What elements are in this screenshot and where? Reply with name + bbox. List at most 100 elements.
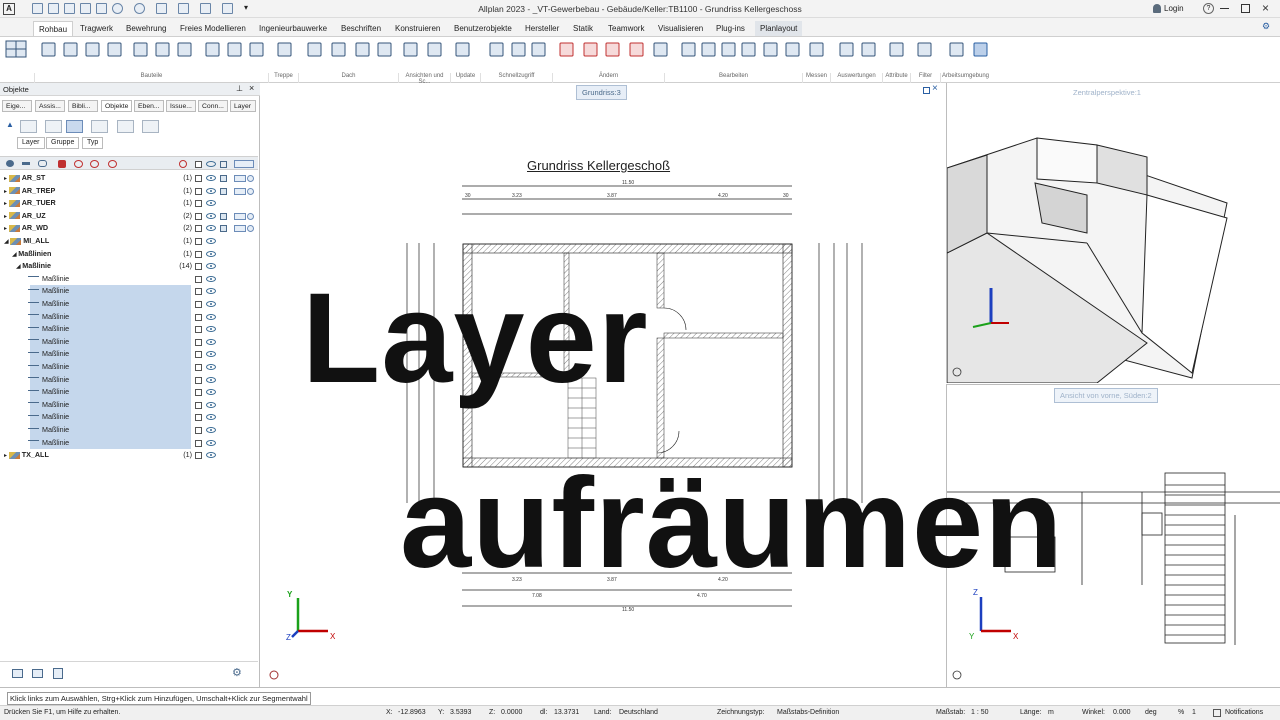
row-checkbox[interactable] <box>195 200 202 208</box>
search-tree-icon[interactable] <box>179 160 187 168</box>
info-icon[interactable] <box>247 187 254 195</box>
tree-item-masslinie[interactable]: Maßlinie <box>0 373 258 387</box>
tab-bibliothek[interactable]: Bibli... <box>68 100 98 112</box>
angle-unit[interactable]: deg <box>1145 709 1157 716</box>
visibility-eye-icon[interactable] <box>206 401 216 408</box>
panel-settings-icon[interactable]: ⚙ <box>232 666 242 679</box>
structure-column-icon[interactable] <box>91 120 108 133</box>
tree-item-masslinie[interactable]: Maßlinie <box>0 335 258 349</box>
header-eye-icon[interactable] <box>206 161 216 167</box>
scale-value[interactable]: 1 : 50 <box>971 709 989 716</box>
visibility-eye-icon[interactable] <box>206 200 216 207</box>
cube-icon[interactable] <box>220 187 227 195</box>
edit-pen-icon[interactable] <box>234 175 246 182</box>
tree-item-masslinie[interactable]: Maßlinie <box>0 411 258 424</box>
structure-tag-icon[interactable] <box>142 120 159 133</box>
visibility-eye-icon[interactable] <box>206 263 216 270</box>
tree-row[interactable]: ▸ AR_TUER (1) <box>0 197 258 210</box>
header-pen-icon[interactable] <box>234 160 254 168</box>
visibility-eye-icon[interactable] <box>206 326 216 333</box>
visibility-eye-icon[interactable] <box>206 275 216 282</box>
tab-konstruieren[interactable]: Konstruieren <box>390 21 445 36</box>
link-icon[interactable] <box>38 160 47 167</box>
visibility-eye-icon[interactable] <box>206 414 216 421</box>
notifications-icon[interactable] <box>1213 709 1221 717</box>
help-icon[interactable]: ? <box>1203 3 1214 14</box>
tab-ingenieurbauwerke[interactable]: Ingenieurbauwerke <box>254 21 332 36</box>
delete-red-icon[interactable] <box>58 160 66 168</box>
visibility-eye-icon[interactable] <box>206 250 216 257</box>
row-checkbox[interactable] <box>195 364 202 371</box>
visibility-eye-icon[interactable] <box>206 376 216 383</box>
visibility-eye-icon[interactable] <box>206 351 216 358</box>
row-checkbox[interactable] <box>195 238 202 245</box>
visibility-eye-icon[interactable] <box>206 301 216 307</box>
visibility-eye-icon[interactable] <box>206 389 216 396</box>
percent-value[interactable]: 1 <box>1192 709 1196 716</box>
structure-layer-icon[interactable] <box>66 120 83 133</box>
row-checkbox[interactable] <box>195 427 202 434</box>
row-checkbox[interactable] <box>195 288 202 296</box>
row-checkbox[interactable] <box>195 263 202 271</box>
tree-row[interactable]: ▸ AR_TREP (1) <box>0 185 258 198</box>
maximize-button[interactable] <box>1241 4 1250 13</box>
collapse-all-icon[interactable] <box>22 162 30 165</box>
header-checkbox[interactable] <box>195 161 202 168</box>
visibility-eye-icon[interactable] <box>206 452 216 459</box>
info-icon[interactable] <box>247 225 254 233</box>
tree-item-masslinie[interactable]: Maßlinie <box>0 273 258 286</box>
export-icon[interactable] <box>12 669 23 678</box>
tab-benutzerobjekte[interactable]: Benutzerobjekte <box>449 21 517 36</box>
info-icon[interactable] <box>247 212 254 220</box>
edit-pen-icon[interactable] <box>234 187 246 195</box>
visibility-eye-icon[interactable] <box>206 338 216 345</box>
hide-red-icon[interactable] <box>90 160 99 168</box>
tree-row[interactable]: ▸ TX_ALL (1) <box>0 449 258 462</box>
row-checkbox[interactable] <box>195 439 202 447</box>
ribbon-collapse-icon[interactable]: ⚙ <box>1262 21 1270 32</box>
import-icon[interactable] <box>32 669 43 678</box>
tab-plug-ins[interactable]: Plug-ins <box>711 21 750 36</box>
filter-gruppe[interactable]: Gruppe <box>46 137 80 149</box>
tab-assistenten[interactable]: Assis... <box>35 100 65 112</box>
tab-eigenschaften[interactable]: Eige... <box>2 100 32 112</box>
tab-issues[interactable]: Issue... <box>166 100 196 112</box>
panel-close-icon[interactable]: × <box>249 83 254 93</box>
notifications-label[interactable]: Notifications <box>1225 709 1263 716</box>
tab-hersteller[interactable]: Hersteller <box>520 21 564 36</box>
visibility-eye-icon[interactable] <box>206 288 216 295</box>
row-checkbox[interactable] <box>195 401 202 409</box>
tree-row[interactable]: ▸ AR_ST (1) <box>0 172 258 185</box>
row-checkbox[interactable] <box>195 275 202 283</box>
row-checkbox[interactable] <box>195 187 202 195</box>
structure-doc-icon[interactable] <box>45 120 62 133</box>
tab-objekte[interactable]: Objekte <box>101 100 132 112</box>
tree-item-masslinie[interactable]: Maßlinie <box>0 348 258 361</box>
tree-item-masslinie[interactable]: Maßlinie <box>0 310 258 324</box>
angle-value[interactable]: 0.000 <box>1113 709 1131 716</box>
tree-row[interactable]: ▸ AR_WD (2) <box>0 222 258 235</box>
sort-arrow-icon[interactable]: ▲ <box>6 120 14 129</box>
visibility-eye-icon[interactable] <box>206 187 216 194</box>
visibility-eye-icon[interactable] <box>206 175 216 181</box>
close-button[interactable]: × <box>1262 1 1269 15</box>
tree-item-masslinie[interactable]: Maßlinie <box>0 386 258 399</box>
expand-all-icon[interactable] <box>6 160 14 167</box>
visibility-eye-icon[interactable] <box>206 212 216 219</box>
pin-icon[interactable]: ⊥ <box>236 84 243 93</box>
tab-ebenen[interactable]: Eben... <box>134 100 164 112</box>
tree-row[interactable]: ◢ MI_ALL (1) <box>0 235 258 248</box>
tree-item-masslinie[interactable]: Maßlinie <box>0 361 258 374</box>
length-value[interactable]: m <box>1048 709 1054 716</box>
user-icon[interactable] <box>1153 4 1161 13</box>
cube-icon[interactable] <box>220 175 227 182</box>
tab-teamwork[interactable]: Teamwork <box>603 21 649 36</box>
row-checkbox[interactable] <box>195 351 202 359</box>
login-link[interactable]: Login <box>1164 4 1184 13</box>
row-checkbox[interactable] <box>195 225 202 233</box>
tree-item-masslinie[interactable]: Maßlinie <box>0 323 258 336</box>
info-icon[interactable] <box>247 175 254 182</box>
tree-item-masslinie[interactable]: Maßlinie <box>0 424 258 437</box>
filter-layer[interactable]: Layer <box>17 137 45 149</box>
cube-icon[interactable] <box>220 212 227 220</box>
